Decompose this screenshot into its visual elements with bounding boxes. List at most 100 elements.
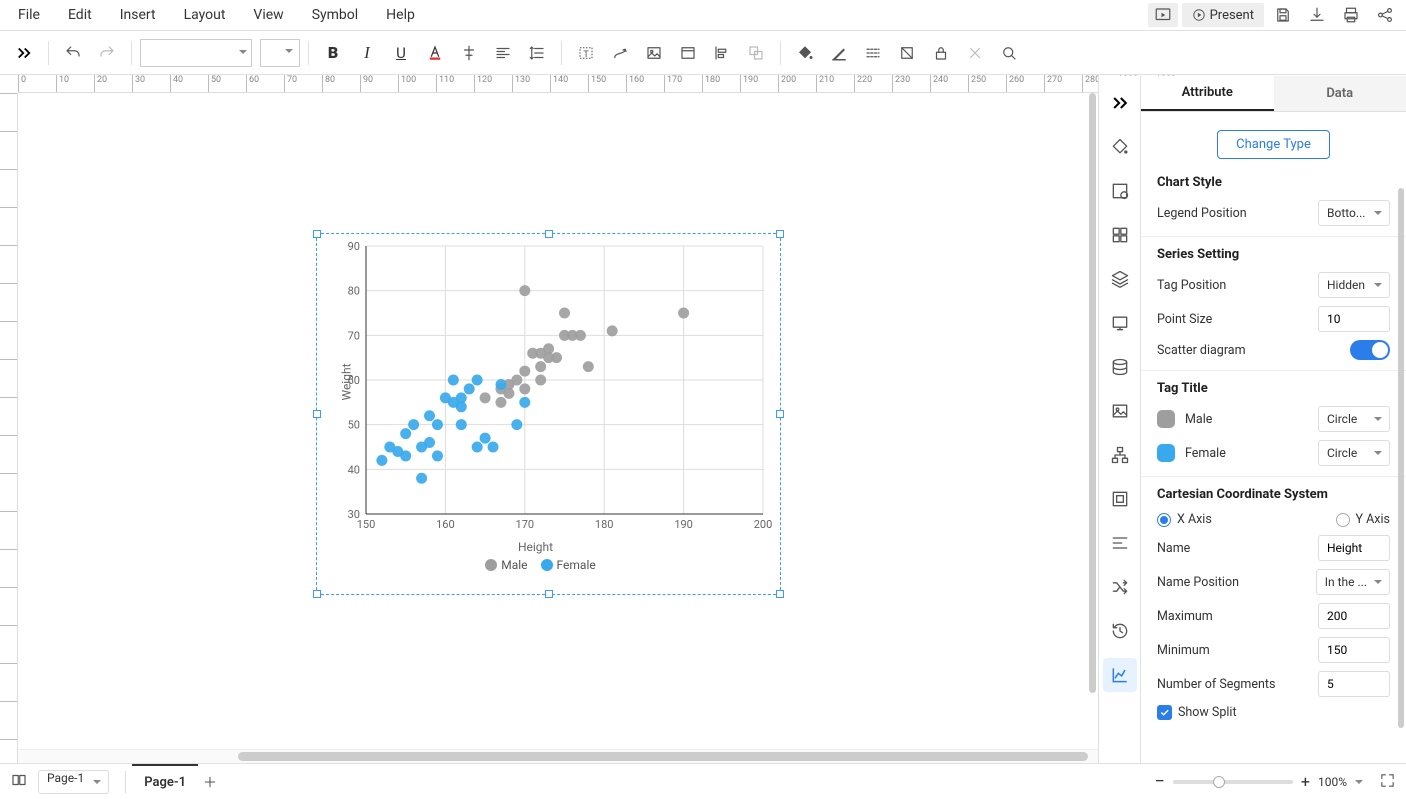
menu-file[interactable]: File [4, 0, 54, 30]
hierarchy-icon[interactable] [1103, 438, 1137, 472]
stroke-color-icon[interactable] [823, 37, 855, 69]
underline-icon[interactable]: U [385, 37, 417, 69]
vertical-scrollbar[interactable] [1088, 93, 1098, 749]
image-icon[interactable] [638, 37, 670, 69]
font-size-select[interactable] [260, 39, 300, 67]
svg-text:T: T [583, 49, 589, 59]
lock-icon[interactable] [925, 37, 957, 69]
share-icon-button[interactable] [1370, 3, 1400, 27]
menu-insert[interactable]: Insert [106, 0, 170, 30]
fill-icon[interactable] [789, 37, 821, 69]
present-button[interactable]: Present [1182, 3, 1264, 27]
frame-icon[interactable] [1103, 482, 1137, 516]
history-icon[interactable] [1103, 614, 1137, 648]
zoom-slider[interactable] [1173, 780, 1293, 784]
heading-coord-system: Cartesian Coordinate System [1157, 487, 1390, 502]
show-split-checkbox[interactable] [1157, 705, 1172, 720]
zoom-value[interactable]: 100% [1318, 775, 1347, 789]
expand-sidebar-icon[interactable] [8, 37, 40, 69]
legend-male: Male [501, 558, 527, 572]
axis-name-input[interactable] [1318, 535, 1390, 561]
scatter-chart[interactable]: 15016017018019020030405060708090 Height … [318, 238, 753, 592]
male-shape-select[interactable]: Circle [1318, 406, 1390, 432]
align-horizontal-icon[interactable] [453, 37, 485, 69]
text-box-icon[interactable]: T [570, 37, 602, 69]
line-style-icon[interactable] [857, 37, 889, 69]
save-icon-button[interactable] [1268, 3, 1298, 27]
tag-position-select[interactable]: Hidden [1318, 272, 1390, 298]
properties-panel: Attribute Data Change Type Chart Style L… [1140, 76, 1406, 763]
slideshow-icon-button[interactable] [1148, 3, 1178, 27]
tab-data[interactable]: Data [1274, 76, 1406, 111]
image-panel-icon[interactable] [1103, 394, 1137, 428]
menu-symbol[interactable]: Symbol [298, 0, 372, 30]
tools-icon[interactable] [959, 37, 991, 69]
legend-position-select[interactable]: Botto... [1318, 200, 1390, 226]
container-icon[interactable] [672, 37, 704, 69]
horizontal-scrollbar[interactable] [18, 749, 1098, 763]
align-left-icon[interactable] [487, 37, 519, 69]
panel-scrollbar[interactable] [1398, 188, 1406, 763]
bold-icon[interactable]: B [317, 37, 349, 69]
resize-handle-br[interactable] [776, 590, 784, 598]
scatter-toggle[interactable] [1350, 340, 1390, 360]
presentation-icon[interactable] [1103, 306, 1137, 340]
download-icon-button[interactable] [1302, 3, 1332, 27]
tab-attribute[interactable]: Attribute [1141, 76, 1274, 111]
print-icon-button[interactable] [1336, 3, 1366, 27]
search-icon[interactable] [993, 37, 1025, 69]
radio-x-axis[interactable]: X Axis [1157, 512, 1212, 527]
maximum-input[interactable] [1318, 603, 1390, 629]
redo-icon[interactable] [91, 37, 123, 69]
svg-text:200: 200 [754, 518, 773, 531]
page-tab-1[interactable]: Page-1 [132, 764, 198, 799]
database-icon[interactable] [1103, 350, 1137, 384]
undo-icon[interactable] [57, 37, 89, 69]
menu-view[interactable]: View [239, 0, 297, 30]
italic-icon[interactable]: I [351, 37, 383, 69]
tag-female: Female [1185, 446, 1226, 461]
resize-handle-mr[interactable] [776, 410, 784, 418]
zoom-out-icon[interactable]: − [1155, 771, 1165, 792]
heading-series-setting: Series Setting [1157, 247, 1390, 262]
connector-icon[interactable] [604, 37, 636, 69]
change-type-button[interactable]: Change Type [1217, 130, 1330, 159]
grid-icon[interactable] [1103, 218, 1137, 252]
font-family-select[interactable] [140, 39, 252, 67]
pages-icon[interactable] [10, 771, 28, 793]
radio-y-axis[interactable]: Y Axis [1336, 512, 1390, 527]
menu-edit[interactable]: Edit [54, 0, 106, 30]
resize-handle-tr[interactable] [776, 230, 784, 238]
font-color-icon[interactable] [419, 37, 451, 69]
shuffle-icon[interactable] [1103, 570, 1137, 604]
canvas-area[interactable]: 15016017018019020030405060708090 Height … [18, 93, 1098, 763]
menu-bar: File Edit Insert Layout View Symbol Help… [0, 0, 1406, 31]
align-panel-icon[interactable] [1103, 526, 1137, 560]
shape-settings-icon[interactable] [1103, 174, 1137, 208]
zoom-in-icon[interactable]: + [1301, 772, 1310, 791]
collapse-panel-icon[interactable] [1103, 86, 1137, 120]
segments-input[interactable] [1318, 671, 1390, 697]
chart-panel-icon[interactable] [1103, 658, 1137, 692]
page-select[interactable]: Page-1 [38, 770, 109, 794]
resize-handle-tl[interactable] [313, 230, 321, 238]
menu-help[interactable]: Help [372, 0, 429, 30]
point-size-input[interactable] [1318, 306, 1390, 332]
add-page-button[interactable] [198, 770, 222, 794]
female-shape-select[interactable]: Circle [1318, 440, 1390, 466]
fullscreen-icon[interactable] [1379, 772, 1396, 792]
resize-handle-tm[interactable] [545, 230, 553, 238]
line-spacing-icon[interactable] [521, 37, 553, 69]
minimum-input[interactable] [1318, 637, 1390, 663]
align-objects-icon[interactable] [706, 37, 738, 69]
menu-layout[interactable]: Layout [170, 0, 240, 30]
svg-text:40: 40 [348, 463, 360, 476]
svg-text:90: 90 [348, 240, 360, 253]
x-axis-label: Height [318, 540, 753, 554]
layers-icon[interactable] [1103, 262, 1137, 296]
fill-palette-icon[interactable] [1103, 130, 1137, 164]
group-icon[interactable] [740, 37, 772, 69]
label-show-split: Show Split [1178, 705, 1237, 720]
name-position-select[interactable]: In the ... [1316, 569, 1390, 595]
crop-icon[interactable] [891, 37, 923, 69]
